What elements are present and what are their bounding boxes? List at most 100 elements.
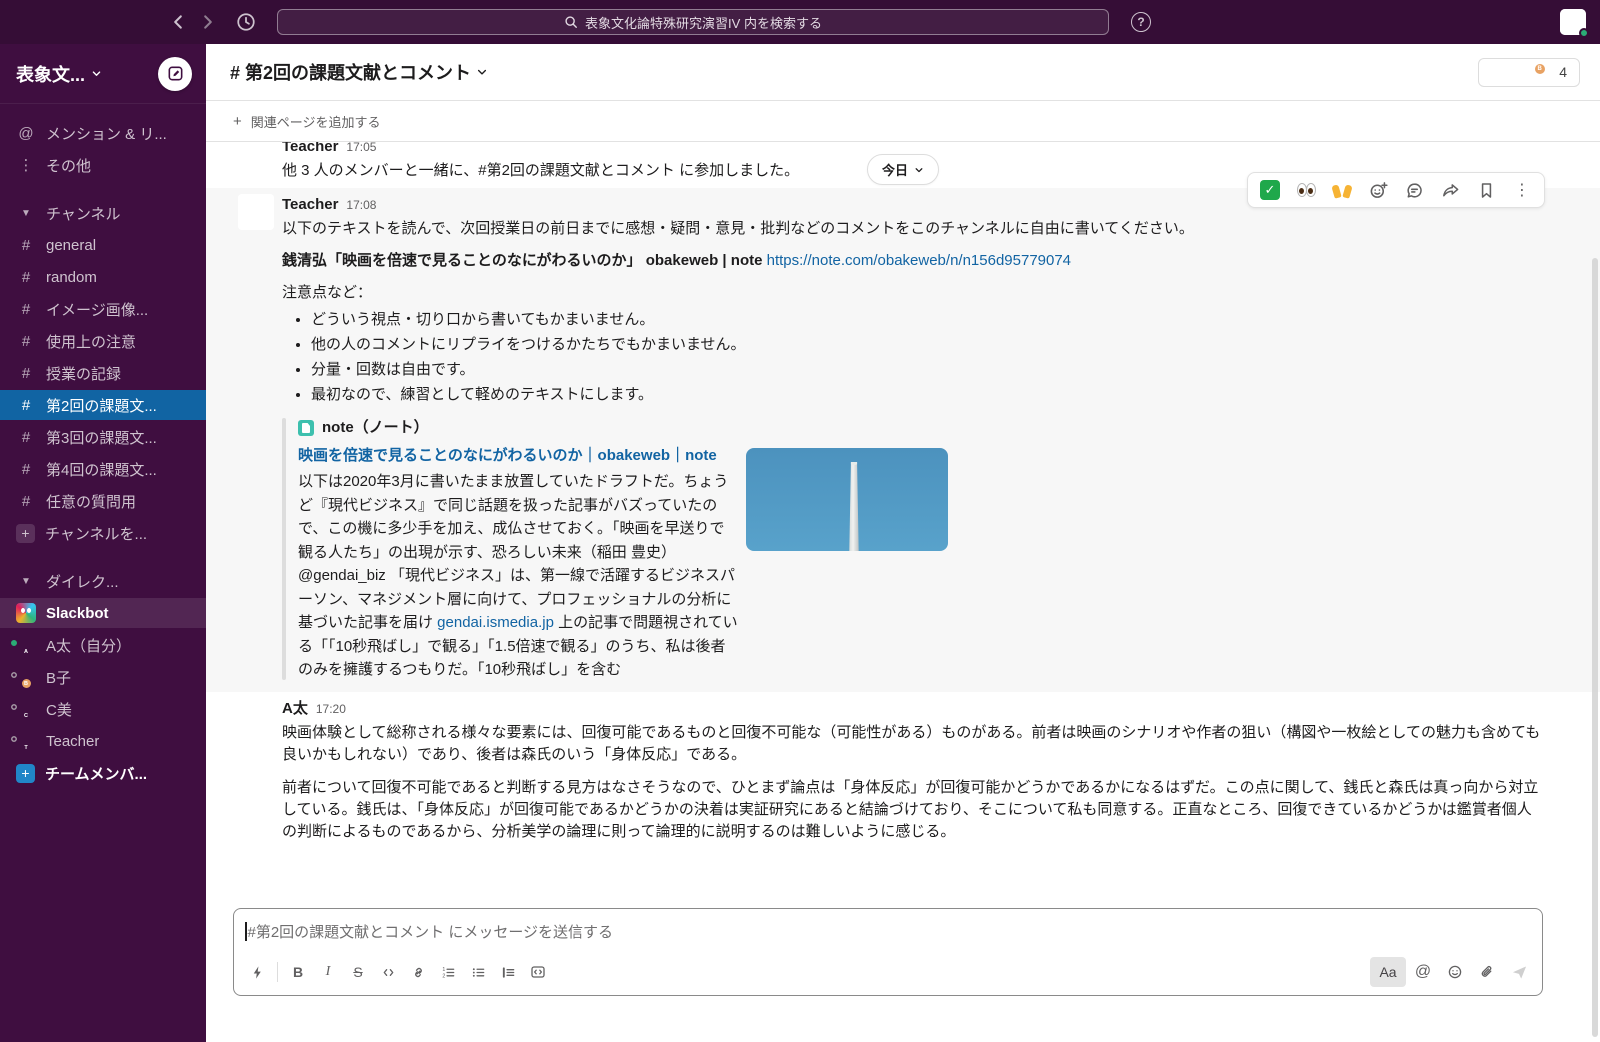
italic-button[interactable]: I <box>313 957 343 987</box>
hash-icon: # <box>16 237 36 254</box>
plus-icon: + <box>16 524 35 543</box>
add-channel-button[interactable]: + チャンネルを... <box>0 518 206 548</box>
reaction-check-button[interactable]: ✓ <box>1253 176 1287 204</box>
emoji-add-icon <box>1369 181 1388 200</box>
attach-file-button[interactable] <box>1472 957 1502 987</box>
bullet-item: 分量・回数は自由です。 <box>311 358 1543 381</box>
dm-section-header[interactable]: ▼ ダイレク... <box>0 566 206 596</box>
composer-toolbar: B I S 12 <box>234 953 1542 995</box>
history-back-button[interactable] <box>163 7 193 37</box>
arrow-right-icon <box>199 13 217 31</box>
bold-button[interactable]: B <box>283 957 313 987</box>
bookmark-message-button[interactable] <box>1469 176 1503 204</box>
preview-title-link[interactable]: 映画を倍速で見ることのなにがわるいのか｜obakeweb｜note <box>298 444 738 468</box>
shortcuts-button[interactable] <box>242 957 272 987</box>
reference-title: 銭清弘「映画を倍速で見ることのなにがわるいのか」 obakeweb | note <box>282 252 762 269</box>
message-input[interactable]: #第2回の課題文献とコメント にメッセージを送信する <box>234 909 1542 953</box>
code-icon <box>381 965 396 980</box>
date-divider-button[interactable]: 今日 <box>867 154 939 185</box>
channel-title: # 第2回の課題文献とコメント <box>230 59 471 85</box>
mention-button[interactable]: @ <box>1408 957 1438 987</box>
sidebar-item-more[interactable]: ⋮ その他 <box>0 150 206 180</box>
avatar[interactable]: T <box>238 142 274 172</box>
add-reaction-button[interactable] <box>1361 176 1395 204</box>
history-button[interactable] <box>231 7 261 37</box>
reply-thread-button[interactable] <box>1397 176 1431 204</box>
help-button[interactable]: ? <box>1131 12 1151 32</box>
reaction-eyes-button[interactable] <box>1289 176 1323 204</box>
blockquote-button[interactable] <box>493 957 523 987</box>
text-caret <box>245 922 247 941</box>
raised-hands-icon <box>1331 181 1353 199</box>
bullet-list-button[interactable] <box>463 957 493 987</box>
sidebar-item-mentions[interactable]: @ メンション & リ... <box>0 118 206 148</box>
more-actions-button[interactable]: ⋮ <box>1505 176 1539 204</box>
new-message-button[interactable] <box>158 57 192 91</box>
reaction-hands-button[interactable] <box>1325 176 1359 204</box>
channel-members-button[interactable]: T A B 4 <box>1478 58 1580 87</box>
presence-offline-icon <box>9 702 19 712</box>
date-label: 今日 <box>882 160 908 179</box>
workspace-switcher[interactable]: 表象文... <box>0 44 206 104</box>
dm-item-teacher[interactable]: T Teacher <box>0 726 206 756</box>
bullet-item: 他の人のコメントにリプライをつけるかたちでもかまいません。 <box>311 333 1543 356</box>
add-teammates-button[interactable]: + チームメンバ... <box>0 758 206 788</box>
plus-icon: + <box>16 764 35 783</box>
send-button[interactable] <box>1504 957 1534 987</box>
blockquote-icon <box>501 965 516 980</box>
show-formatting-button[interactable]: Aa <box>1370 957 1406 987</box>
avatar[interactable]: T <box>238 194 274 230</box>
ordered-list-button[interactable]: 12 <box>433 957 463 987</box>
sidebar-item-session2-selected[interactable]: #第2回の課題文... <box>0 390 206 420</box>
message-list: 今日 ✓ <box>206 142 1600 908</box>
avatar: A <box>1506 62 1527 83</box>
member-count: 4 <box>1559 64 1567 80</box>
workspace-name: 表象文... <box>16 61 85 87</box>
gendai-link[interactable]: gendai.ismedia.jp <box>437 614 554 631</box>
sidebar-item-session3[interactable]: #第3回の課題文... <box>0 422 206 452</box>
dm-item-slackbot[interactable]: Slackbot <box>0 598 206 628</box>
channels-section-header[interactable]: ▼ チャンネル <box>0 198 206 228</box>
add-bookmark-button[interactable]: 関連ページを追加する <box>251 112 381 131</box>
message-author[interactable]: A太 <box>282 698 308 720</box>
triangle-down-icon: ▼ <box>16 208 36 219</box>
channel-title-button[interactable]: # 第2回の課題文献とコメント <box>230 59 488 85</box>
dm-item-b[interactable]: B B子 <box>0 662 206 692</box>
user-menu-button[interactable]: A <box>1560 9 1586 35</box>
strikethrough-button[interactable]: S <box>343 957 373 987</box>
dm-item-c[interactable]: C C美 <box>0 694 206 724</box>
reference-url-link[interactable]: https://note.com/obakeweb/n/n156d9577907… <box>767 252 1071 269</box>
presence-offline-icon <box>9 734 19 744</box>
dm-item-self[interactable]: A A太（自分） <box>0 630 206 660</box>
emoji-button[interactable] <box>1440 957 1470 987</box>
link-preview-card: note（ノート） 映画を倍速で見ることのなにがわるいのか｜obakeweb｜n… <box>282 416 1543 682</box>
message-author[interactable]: Teacher <box>282 142 338 158</box>
at-icon: @ <box>1415 963 1431 981</box>
sidebar-item-questions[interactable]: #任意の質問用 <box>0 486 206 516</box>
sidebar-item-class-record[interactable]: #授業の記録 <box>0 358 206 388</box>
sidebar-item-usage-notes[interactable]: #使用上の注意 <box>0 326 206 356</box>
history-forward-button[interactable] <box>193 7 223 37</box>
code-block-button[interactable] <box>523 957 553 987</box>
hash-icon: # <box>16 493 36 510</box>
presence-online-icon <box>1579 28 1589 38</box>
share-message-button[interactable] <box>1433 176 1467 204</box>
sidebar-item-random[interactable]: #random <box>0 262 206 292</box>
preview-thumbnail-image[interactable] <box>746 448 948 551</box>
bullet-list-icon <box>471 965 486 980</box>
code-button[interactable] <box>373 957 403 987</box>
message-author[interactable]: Teacher <box>282 194 338 216</box>
preview-source: note（ノート） <box>322 417 429 439</box>
link-button[interactable] <box>403 957 433 987</box>
sidebar-item-session4[interactable]: #第4回の課題文... <box>0 454 206 484</box>
chevron-down-icon <box>914 165 924 175</box>
vertical-scrollbar[interactable] <box>1592 258 1598 1037</box>
message-paragraph: 映画体験として総称される様々な要素には、回復可能であるものと回復不可能な（可能性… <box>282 722 1543 766</box>
sidebar-item-general[interactable]: #general <box>0 230 206 260</box>
search-bar[interactable]: 表象文化論特殊研究演習IV 内を検索する <box>277 9 1109 35</box>
avatar[interactable]: A <box>238 698 274 734</box>
sidebar-item-image[interactable]: #イメージ画像... <box>0 294 206 324</box>
hash-icon: # <box>16 397 36 414</box>
code-block-icon <box>530 964 546 980</box>
message-time: 17:08 <box>346 194 376 216</box>
